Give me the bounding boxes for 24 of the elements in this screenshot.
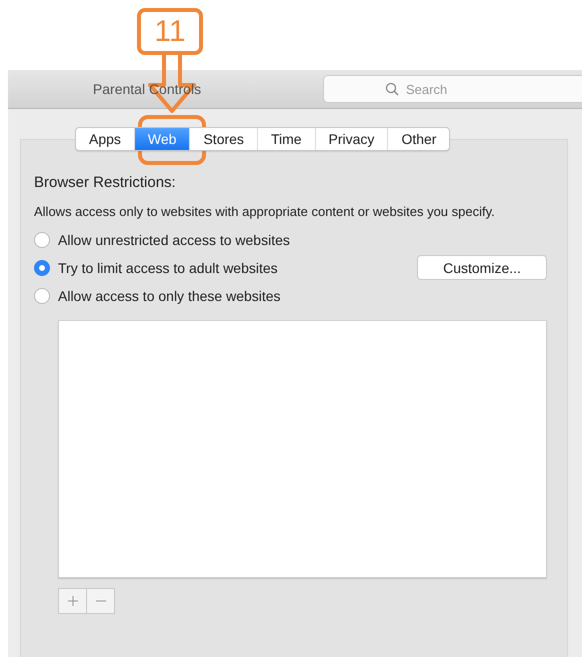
remove-button[interactable] [87, 588, 115, 614]
section-heading: Browser Restrictions: [34, 174, 177, 191]
callout-number: 11 [137, 8, 203, 55]
minus-icon [94, 599, 106, 603]
search-field[interactable]: Search [323, 75, 582, 103]
tab[interactable]: Stores [189, 128, 257, 150]
website-list[interactable] [58, 320, 547, 578]
plus-icon [66, 595, 78, 607]
search-icon [385, 82, 399, 96]
radio-button[interactable] [34, 232, 50, 248]
highlight-outline [138, 115, 206, 165]
tab[interactable]: Time [256, 128, 315, 150]
option-label: Try to limit access to adult websites [58, 260, 278, 276]
tab[interactable]: Apps [76, 128, 134, 150]
customize-button[interactable]: Customize... [417, 255, 547, 280]
radio-button[interactable] [34, 260, 50, 276]
tab[interactable]: Privacy [314, 128, 388, 150]
add-button[interactable] [58, 588, 87, 614]
radio-button[interactable] [34, 288, 50, 304]
option-label: Allow unrestricted access to websites [58, 232, 290, 248]
tab[interactable]: Other [387, 128, 450, 150]
tab[interactable]: Web [134, 128, 190, 150]
option-label: Allow access to only these websites [58, 288, 281, 304]
description-text: Allows access only to websites with appropriate content or websites you specify. [34, 203, 496, 221]
